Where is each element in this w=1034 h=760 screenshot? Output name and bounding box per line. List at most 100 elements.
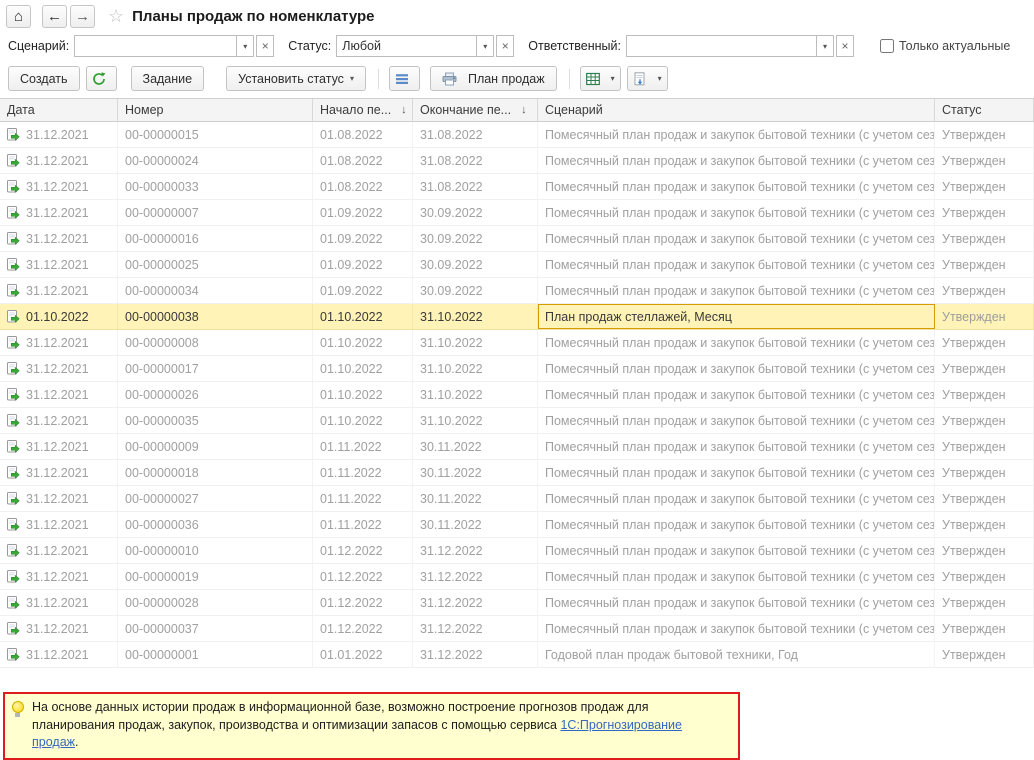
task-button[interactable]: Задание	[130, 66, 205, 91]
cell-start: 01.11.2022	[313, 486, 413, 511]
table-row[interactable]: 31.12.2021 00-00000019 01.12.2022 31.12.202…	[0, 564, 1034, 590]
cell-end: 31.12.2022	[413, 538, 538, 563]
scenario-clear-button[interactable]: ×	[256, 35, 275, 57]
chevron-down-icon: ▾	[483, 41, 488, 51]
table-row[interactable]: 31.12.2021 00-00000036 01.11.2022 30.11.202…	[0, 512, 1034, 538]
info-text-suffix: .	[75, 735, 79, 749]
cell-end: 30.11.2022	[413, 460, 538, 485]
table-row[interactable]: 31.12.2021 00-00000017 01.10.2022 31.10.202…	[0, 356, 1034, 382]
table-row[interactable]: 31.12.2021 00-00000027 01.11.2022 30.11.202…	[0, 486, 1034, 512]
cell-start: 01.12.2022	[313, 590, 413, 615]
table-row[interactable]: 31.12.2021 00-00000037 01.12.2022 31.12.202…	[0, 616, 1034, 642]
table-row[interactable]: 31.12.2021 00-00000024 01.08.2022 31.08.202…	[0, 148, 1034, 174]
scenario-filter-field: ▾ ×	[74, 35, 275, 57]
cell-number: 00-00000019	[118, 564, 313, 589]
table-row[interactable]: 31.12.2021 00-00000028 01.12.2022 31.12.202…	[0, 590, 1034, 616]
cell-end: 30.11.2022	[413, 434, 538, 459]
back-button[interactable]: ←	[42, 5, 67, 28]
forward-button[interactable]: →	[70, 5, 95, 28]
create-button[interactable]: Создать	[8, 66, 80, 91]
document-icon	[7, 258, 21, 271]
cell-date-text: 31.12.2021	[26, 621, 89, 636]
cell-date-text: 31.12.2021	[26, 283, 89, 298]
cell-end: 31.10.2022	[413, 304, 538, 329]
table-row[interactable]: 31.12.2021 00-00000015 01.08.2022 31.08.202…	[0, 122, 1034, 148]
responsible-clear-button[interactable]: ×	[836, 35, 854, 57]
cell-date-text: 31.12.2021	[26, 569, 89, 584]
document-icon	[7, 232, 21, 245]
cell-date-text: 31.12.2021	[26, 465, 89, 480]
home-button[interactable]: ⌂	[6, 5, 31, 28]
table-row[interactable]: 01.10.2022 00-00000038 01.10.2022 31.10.202…	[0, 304, 1034, 330]
more-actions-button[interactable]: ▾	[626, 66, 668, 91]
export-table-button[interactable]: ▾	[579, 66, 621, 91]
cell-status: Утвержден	[935, 434, 1034, 459]
cell-number: 00-00000026	[118, 382, 313, 407]
table-row[interactable]: 31.12.2021 00-00000008 01.10.2022 31.10.202…	[0, 330, 1034, 356]
table-row[interactable]: 31.12.2021 00-00000035 01.10.2022 31.10.202…	[0, 408, 1034, 434]
cell-date: 31.12.2021	[0, 408, 118, 433]
cell-date: 31.12.2021	[0, 382, 118, 407]
filter-bar: Сценарий: ▾ × Статус: ▾ × Ответственный:…	[0, 30, 1034, 60]
table-row[interactable]: 31.12.2021 00-00000034 01.09.2022 30.09.202…	[0, 278, 1034, 304]
only-actual-label[interactable]: Только актуальные	[899, 39, 1010, 53]
cell-status: Утвержден	[935, 564, 1034, 589]
table-row[interactable]: 31.12.2021 00-00000016 01.09.2022 30.09.202…	[0, 226, 1034, 252]
only-actual-checkbox[interactable]	[880, 39, 894, 53]
cell-end: 31.08.2022	[413, 148, 538, 173]
cell-start: 01.12.2022	[313, 616, 413, 641]
cell-scenario: Помесячный план продаж и закупок бытовой…	[538, 512, 935, 537]
table-row[interactable]: 31.12.2021 00-00000033 01.08.2022 31.08.202…	[0, 174, 1034, 200]
set-status-button[interactable]: Установить статус ▾	[226, 66, 366, 91]
status-filter-input[interactable]	[336, 35, 477, 57]
table-row[interactable]: 31.12.2021 00-00000009 01.11.2022 30.11.202…	[0, 434, 1034, 460]
scenario-filter-input[interactable]	[74, 35, 237, 57]
table-row[interactable]: 31.12.2021 00-00000010 01.12.2022 31.12.202…	[0, 538, 1034, 564]
cell-scenario: Помесячный план продаж и закупок бытовой…	[538, 486, 935, 511]
cell-scenario: Помесячный план продаж и закупок бытовой…	[538, 356, 935, 381]
cell-status: Утвержден	[935, 486, 1034, 511]
cell-number: 00-00000001	[118, 642, 313, 667]
column-header-date[interactable]: Дата	[0, 99, 118, 121]
table-row[interactable]: 31.12.2021 00-00000025 01.09.2022 30.09.202…	[0, 252, 1034, 278]
page-title: Планы продаж по номенклатуре	[132, 8, 375, 25]
close-icon: ×	[841, 39, 849, 53]
column-header-status[interactable]: Статус	[935, 99, 1034, 121]
status-clear-button[interactable]: ×	[496, 35, 515, 57]
column-header-end[interactable]: Окончание пе... ↓	[413, 99, 538, 121]
document-icon	[7, 206, 21, 219]
favorite-star-icon[interactable]: ☆	[108, 6, 124, 27]
table-row[interactable]: 31.12.2021 00-00000007 01.09.2022 30.09.202…	[0, 200, 1034, 226]
responsible-filter-input[interactable]	[626, 35, 816, 57]
only-actual-checkbox-wrap[interactable]: Только актуальные	[880, 39, 1010, 53]
cell-date: 01.10.2022	[0, 304, 118, 329]
toolbar-separator	[568, 68, 570, 89]
cell-date: 31.12.2021	[0, 278, 118, 303]
cell-date-text: 31.12.2021	[26, 257, 89, 272]
table-row[interactable]: 31.12.2021 00-00000026 01.10.2022 31.10.202…	[0, 382, 1034, 408]
chevron-down-icon: ▾	[243, 41, 248, 51]
responsible-dropdown-button[interactable]: ▾	[816, 35, 834, 57]
cell-status: Утвержден	[935, 252, 1034, 277]
scenario-dropdown-button[interactable]: ▾	[236, 35, 255, 57]
column-header-scenario[interactable]: Сценарий	[538, 99, 935, 121]
cell-start: 01.01.2022	[313, 642, 413, 667]
copy-button[interactable]	[85, 66, 117, 91]
report-list-button[interactable]	[388, 66, 420, 91]
document-icon	[7, 648, 21, 661]
table-row[interactable]: 31.12.2021 00-00000018 01.11.2022 30.11.202…	[0, 460, 1034, 486]
task-button-label: Задание	[142, 71, 193, 86]
table-row[interactable]: 31.12.2021 00-00000001 01.01.2022 31.12.202…	[0, 642, 1034, 668]
document-icon	[7, 596, 21, 609]
column-header-start[interactable]: Начало пе... ↓	[313, 99, 413, 121]
document-icon	[7, 336, 21, 349]
cell-scenario: Помесячный план продаж и закупок бытовой…	[538, 460, 935, 485]
cell-number: 00-00000033	[118, 174, 313, 199]
column-header-number[interactable]: Номер	[118, 99, 313, 121]
status-filter-field: ▾ ×	[336, 35, 515, 57]
cell-scenario: Помесячный план продаж и закупок бытовой…	[538, 278, 935, 303]
app: ⌂ ← → ☆ Планы продаж по номенклатуре Сце…	[0, 0, 1034, 760]
toolbar-separator	[377, 68, 379, 89]
status-dropdown-button[interactable]: ▾	[476, 35, 495, 57]
sales-plan-button[interactable]: План продаж	[429, 66, 557, 91]
